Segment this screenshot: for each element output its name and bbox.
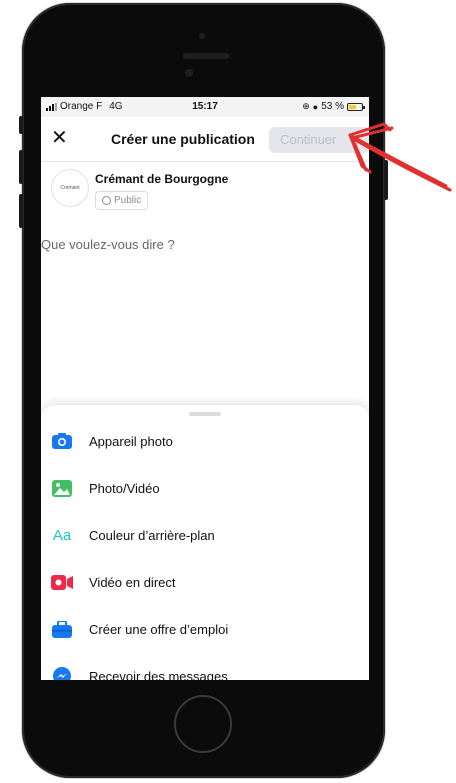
proximity-sensor xyxy=(199,33,205,39)
option-photo-video[interactable]: Photo/Vidéo xyxy=(41,466,369,510)
option-label: Recevoir des messages xyxy=(89,668,228,681)
options-sheet: Appareil photo Photo/Vidéo Aa Couleur d’… xyxy=(41,405,369,680)
option-live-video[interactable]: Vidéo en direct xyxy=(41,560,369,604)
text-color-icon: Aa xyxy=(52,526,72,544)
power-button xyxy=(384,160,388,200)
battery-percent: 53 % xyxy=(321,101,344,112)
option-label: Appareil photo xyxy=(89,433,173,449)
option-label: Photo/Vidéo xyxy=(89,480,160,496)
audience-label: Public xyxy=(114,195,142,206)
header-bar: ✕ Créer une publication Continuer xyxy=(41,117,369,162)
avatar[interactable]: Crémant xyxy=(51,169,89,207)
option-receive-messages[interactable]: Recevoir des messages xyxy=(41,654,369,680)
continue-button[interactable]: Continuer xyxy=(269,127,369,153)
post-text-input[interactable]: Que voulez-vous dire ? xyxy=(41,237,175,252)
messenger-icon xyxy=(51,667,73,680)
status-bar: Orange F 4G 15:17 ⊕ ● 53 % xyxy=(41,97,369,117)
earpiece-speaker xyxy=(183,53,229,59)
option-label: Créer une offre d’emploi xyxy=(89,621,229,637)
option-camera[interactable]: Appareil photo xyxy=(41,419,369,463)
option-label: Vidéo en direct xyxy=(89,574,176,590)
alarm-icon: ⊕ xyxy=(302,101,310,111)
orientation-lock-icon: ● xyxy=(312,101,319,112)
home-button[interactable] xyxy=(174,695,232,753)
close-icon[interactable]: ✕ xyxy=(51,128,68,148)
sheet-drag-handle[interactable] xyxy=(189,412,221,416)
phone-screen: Orange F 4G 15:17 ⊕ ● 53 % ✕ Créer une p… xyxy=(41,97,369,680)
mute-switch xyxy=(19,116,23,134)
option-job-offer[interactable]: Créer une offre d’emploi xyxy=(41,607,369,651)
option-background-color[interactable]: Aa Couleur d’arrière-plan xyxy=(41,513,369,557)
page-title: Créer une publication xyxy=(111,131,255,147)
photo-icon xyxy=(51,479,73,497)
volume-down-button xyxy=(19,194,23,228)
audience-selector[interactable]: Public xyxy=(95,191,149,210)
author-name: Crémant de Bourgogne xyxy=(95,172,229,186)
volume-up-button xyxy=(19,150,23,184)
live-video-icon xyxy=(51,573,73,591)
battery-icon xyxy=(347,102,365,111)
front-camera xyxy=(185,69,193,77)
globe-icon xyxy=(102,196,111,205)
briefcase-icon xyxy=(51,620,73,638)
option-label: Couleur d’arrière-plan xyxy=(89,527,215,543)
camera-icon xyxy=(51,432,73,450)
